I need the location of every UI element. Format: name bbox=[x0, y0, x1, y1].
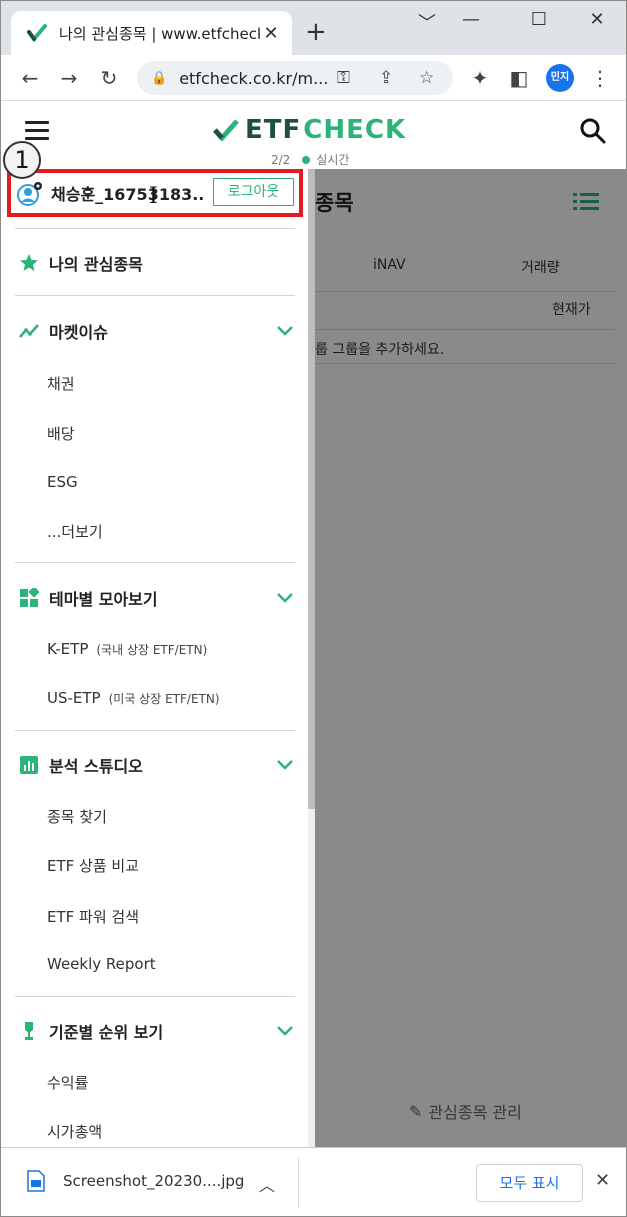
medal-icon bbox=[25, 1022, 33, 1040]
address-bar[interactable]: 🔒 etfcheck.co.kr/m... ⚿ ⇪ ☆ bbox=[137, 61, 453, 95]
profile-avatar[interactable]: 민지 bbox=[546, 64, 574, 92]
more-menu-icon[interactable]: ⋮ bbox=[585, 63, 615, 93]
menu-market-issue-label: 마켓이슈 bbox=[49, 323, 108, 342]
menu-divider bbox=[15, 228, 295, 229]
side-panel-icon[interactable]: ◧ bbox=[504, 63, 534, 93]
submenu-item-stock-finder[interactable]: 종목 찾기 bbox=[47, 806, 107, 827]
download-bar-close-icon[interactable]: ✕ bbox=[595, 1170, 610, 1191]
submenu-item-market-cap[interactable]: 시가총액 bbox=[47, 1121, 102, 1142]
chevron-up-icon[interactable]: ︿ bbox=[259, 1172, 275, 1196]
tab-search-icon[interactable]: ﹀ bbox=[405, 9, 449, 35]
menu-ranking[interactable]: 기준별 순위 보기 bbox=[19, 1019, 293, 1043]
side-drawer: 채승훈_16753183... 로그아웃 나의 관심종목 마켓이슈 채권 배당 … bbox=[1, 169, 315, 1147]
window-close-button[interactable]: ✕ bbox=[575, 9, 619, 30]
forward-arrow-icon[interactable]: → bbox=[54, 63, 84, 93]
k-etp-note: (국내 상장 ETF/ETN) bbox=[96, 643, 208, 657]
url-text: etfcheck.co.kr/m... bbox=[179, 68, 329, 88]
chevron-down-icon[interactable] bbox=[277, 760, 293, 770]
submenu-item-weekly-report[interactable]: Weekly Report bbox=[47, 955, 156, 973]
k-etp-label: K-ETP bbox=[47, 640, 89, 658]
lock-icon: 🔒 bbox=[151, 70, 168, 86]
logout-button[interactable]: 로그아웃 bbox=[213, 178, 294, 206]
user-settings-icon[interactable] bbox=[17, 181, 43, 207]
share-icon[interactable]: ⇪ bbox=[379, 68, 393, 88]
menu-divider bbox=[15, 996, 295, 997]
menu-market-issue[interactable]: 마켓이슈 bbox=[19, 319, 293, 343]
menu-favorites[interactable]: 나의 관심종목 bbox=[19, 251, 293, 275]
download-file-name: Screenshot_20230....jpg bbox=[63, 1172, 245, 1190]
menu-ranking-label: 기준별 순위 보기 bbox=[49, 1023, 164, 1042]
page-counter: 2/2 bbox=[271, 152, 291, 167]
site-header: ETF CHECK 2/2 실시간 bbox=[1, 101, 626, 169]
key-icon[interactable]: ⚿ bbox=[337, 68, 350, 88]
extensions-puzzle-icon[interactable]: ✦ bbox=[465, 63, 495, 93]
menu-analysis-studio-label: 분석 스튜디오 bbox=[49, 757, 143, 776]
browser-toolbar: ← → ↻ 🔒 etfcheck.co.kr/m... ⚿ ⇪ ☆ ✦ ◧ 민지… bbox=[1, 55, 626, 101]
step-number-badge: 1 bbox=[3, 141, 41, 179]
image-file-icon bbox=[27, 1170, 45, 1192]
submenu-item-return[interactable]: 수익률 bbox=[47, 1072, 88, 1093]
menu-favorites-label: 나의 관심종목 bbox=[49, 255, 143, 274]
window-minimize-button[interactable]: — bbox=[449, 9, 493, 30]
submenu-item-etf-compare[interactable]: ETF 상품 비교 bbox=[47, 855, 139, 876]
realtime-dot-icon bbox=[302, 155, 311, 164]
browser-window: 나의 관심종목 | www.etfcheck ✕ + ﹀ — ☐ ✕ ← → ↻… bbox=[0, 0, 627, 1217]
new-tab-button[interactable]: + bbox=[305, 19, 327, 45]
trend-chart-icon bbox=[19, 324, 39, 338]
bar-chart-icon bbox=[20, 756, 38, 774]
logo-etf-text: ETF bbox=[245, 115, 302, 145]
etfcheck-favicon-icon bbox=[27, 24, 47, 43]
logo-check-text: CHECK bbox=[303, 115, 407, 145]
download-bar: Screenshot_20230....jpg ︿ 모두 표시 ✕ bbox=[1, 1147, 626, 1216]
window-maximize-button[interactable]: ☐ bbox=[517, 9, 561, 30]
menu-divider bbox=[15, 562, 295, 563]
drawer-scrollbar-thumb[interactable] bbox=[308, 169, 315, 809]
us-etp-note: (미국 상장 ETF/ETN) bbox=[108, 692, 220, 706]
submenu-item-more[interactable]: ...더보기 bbox=[47, 521, 103, 542]
tab-strip: 나의 관심종목 | www.etfcheck ✕ + ﹀ — ☐ ✕ bbox=[1, 1, 626, 55]
menu-theme[interactable]: 테마별 모아보기 bbox=[19, 586, 293, 610]
logo-check-mark-icon bbox=[213, 119, 239, 141]
reload-icon[interactable]: ↻ bbox=[94, 63, 124, 93]
realtime-label: 실시간 bbox=[316, 153, 350, 167]
download-item[interactable]: Screenshot_20230....jpg bbox=[27, 1170, 244, 1192]
star-icon bbox=[20, 254, 38, 271]
hamburger-menu-icon[interactable] bbox=[25, 121, 49, 141]
submenu-item-k-etp[interactable]: K-ETP (국내 상장 ETF/ETN) bbox=[47, 640, 207, 658]
show-all-button[interactable]: 모두 표시 bbox=[476, 1164, 583, 1202]
browser-tab[interactable]: 나의 관심종목 | www.etfcheck ✕ bbox=[11, 11, 292, 55]
chevron-down-icon[interactable] bbox=[277, 1026, 293, 1036]
etfcheck-logo[interactable]: ETF CHECK bbox=[213, 115, 406, 145]
tab-close-icon[interactable]: ✕ bbox=[260, 23, 282, 44]
chevron-down-icon[interactable] bbox=[277, 593, 293, 603]
submenu-item-bonds[interactable]: 채권 bbox=[47, 373, 75, 394]
submenu-item-us-etp[interactable]: US-ETP (미국 상장 ETF/ETN) bbox=[47, 689, 220, 707]
menu-divider bbox=[15, 730, 295, 731]
theme-grid-icon bbox=[20, 588, 39, 607]
page-indicator: 2/2 실시간 bbox=[271, 151, 349, 168]
search-icon[interactable] bbox=[579, 117, 607, 145]
back-arrow-icon[interactable]: ← bbox=[15, 63, 45, 93]
us-etp-label: US-ETP bbox=[47, 689, 101, 707]
submenu-item-esg[interactable]: ESG bbox=[47, 473, 78, 491]
menu-divider bbox=[15, 295, 295, 296]
download-separator bbox=[298, 1158, 299, 1208]
chevron-down-icon[interactable] bbox=[277, 326, 293, 336]
submenu-item-etf-power-search[interactable]: ETF 파워 검색 bbox=[47, 906, 139, 927]
bookmark-star-icon[interactable]: ☆ bbox=[419, 68, 434, 88]
menu-theme-label: 테마별 모아보기 bbox=[49, 590, 158, 609]
menu-analysis-studio[interactable]: 분석 스튜디오 bbox=[19, 753, 293, 777]
text-cursor-icon: I bbox=[149, 184, 158, 209]
user-name: 채승훈_16753183... bbox=[51, 185, 206, 204]
submenu-item-dividend[interactable]: 배당 bbox=[47, 423, 75, 444]
tab-title: 나의 관심종목 | www.etfcheck bbox=[59, 24, 260, 43]
